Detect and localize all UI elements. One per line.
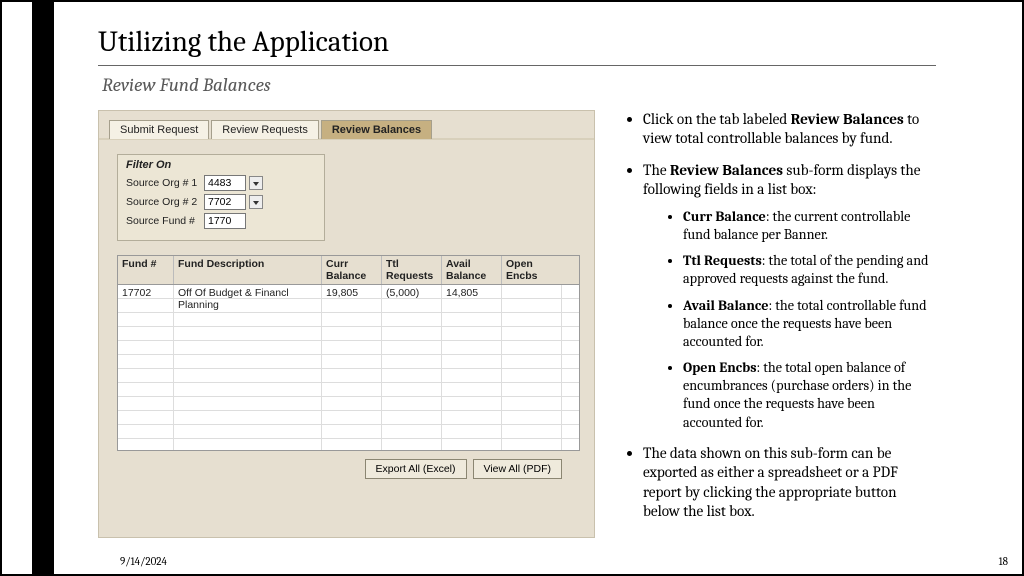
cell: Off Of Budget & Financl Planning [174,285,322,298]
footer-page-number: 18 [999,555,1008,568]
side-stripe [32,2,54,574]
filter-row: Source Fund # [126,213,316,229]
app-screenshot: Submit RequestReview RequestsReview Bala… [98,110,595,538]
table-row-empty [118,369,579,383]
inner-bullet: Open Encbs: the total open balance of en… [683,359,936,432]
table-row-empty [118,425,579,439]
export-buttons: Export All (Excel) View All (PDF) [99,459,562,479]
table-header: Fund #Fund DescriptionCurr BalanceTtl Re… [118,256,579,285]
footer-date: 9/14/2024 [120,555,167,568]
filter-row: Source Org # 1 [126,175,316,191]
chevron-down-icon[interactable] [249,176,263,190]
col-header: Curr Balance [322,256,382,284]
table-row-empty [118,355,579,369]
col-header: Open Encbs [502,256,562,284]
table-row-empty [118,299,579,313]
bullet: Click on the tab labeled Review Balances… [643,110,936,149]
tab-review-balances[interactable]: Review Balances [321,120,432,139]
export-excel-button[interactable]: Export All (Excel) [365,459,467,479]
col-header: Fund # [118,256,174,284]
page-subtitle: Review Fund Balances [102,74,936,96]
filter-label: Source Org # 2 [126,196,204,208]
cell: 17702 [118,285,174,298]
col-header: Ttl Requests [382,256,442,284]
chevron-down-icon[interactable] [249,195,263,209]
bullet: The data shown on this sub-form can be e… [643,444,936,522]
table-row-empty [118,327,579,341]
filter-title: Filter On [126,159,316,171]
cell: (5,000) [382,285,442,298]
inner-bullets: Curr Balance: the current controllable f… [643,208,936,432]
filter-row: Source Org # 2 [126,194,316,210]
inner-bullet: Ttl Requests: the total of the pending a… [683,252,936,288]
filter-panel: Filter On Source Org # 1 Source Org # 2 So… [117,154,325,241]
table-row-empty [118,439,579,451]
filter-input[interactable] [204,175,246,191]
slide: Utilizing the Application Review Fund Ba… [0,0,1024,576]
title-rule [98,65,936,66]
tab-submit-request[interactable]: Submit Request [109,120,209,139]
cell: 14,805 [442,285,502,298]
content-area: Utilizing the Application Review Fund Ba… [98,26,936,556]
cell: 19,805 [322,285,382,298]
page-title: Utilizing the Application [98,26,936,59]
table-row-empty [118,411,579,425]
description-bullets: Click on the tab labeled Review Balances… [625,110,936,538]
table-row-empty [118,397,579,411]
filter-input[interactable] [204,194,246,210]
filter-input[interactable] [204,213,246,229]
balances-table: Fund #Fund DescriptionCurr BalanceTtl Re… [117,255,580,451]
cell [502,285,562,298]
table-body: 17702Off Of Budget & Financl Planning19,… [118,285,579,451]
col-header: Avail Balance [442,256,502,284]
filter-label: Source Fund # [126,215,204,227]
tab-bar: Submit RequestReview RequestsReview Bala… [99,119,594,138]
tab-review-requests[interactable]: Review Requests [211,120,319,139]
inner-bullet: Curr Balance: the current controllable f… [683,208,936,244]
table-row[interactable]: 17702Off Of Budget & Financl Planning19,… [118,285,579,299]
table-row-empty [118,341,579,355]
filter-label: Source Org # 1 [126,177,204,189]
table-row-empty [118,313,579,327]
bullet: The Review Balances sub-form displays th… [643,161,936,432]
col-header: Fund Description [174,256,322,284]
inner-bullet: Avail Balance: the total controllable fu… [683,297,936,352]
table-row-empty [118,383,579,397]
view-pdf-button[interactable]: View All (PDF) [473,459,563,479]
body-columns: Submit RequestReview RequestsReview Bala… [98,110,936,538]
